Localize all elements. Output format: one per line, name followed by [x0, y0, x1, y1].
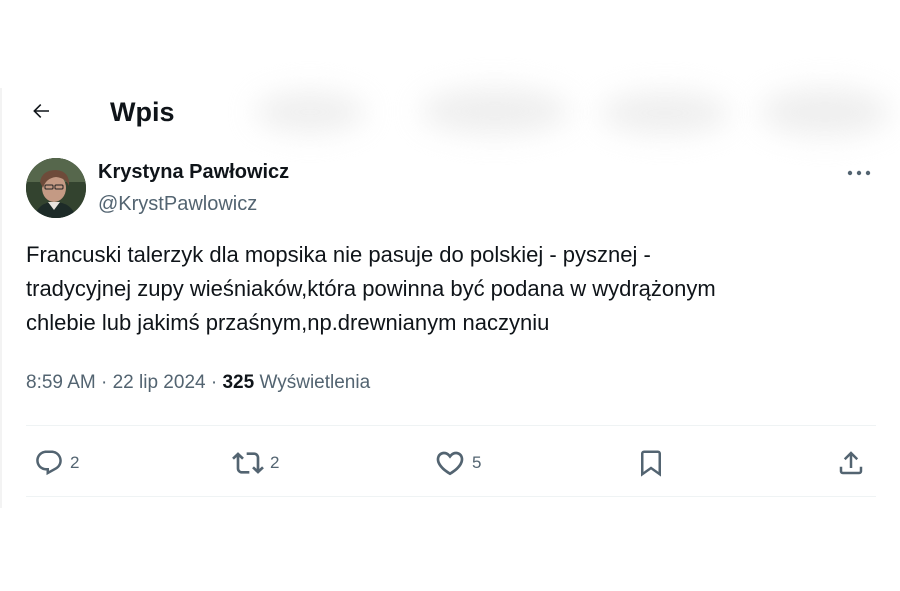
page-title: Wpis — [110, 97, 175, 127]
page-header: Wpis — [0, 88, 900, 142]
like-button[interactable]: 5 — [434, 444, 481, 482]
tweet-author: Krystyna Pawłowicz @KrystPawlowicz — [24, 157, 876, 219]
more-options-button[interactable] — [844, 161, 874, 185]
tweet-meta: 8:59 AM · 22 lip 2024 · 325 Wyświetlenia — [26, 372, 370, 394]
tweet-date[interactable]: 22 lip 2024 — [113, 372, 206, 393]
views-label: Wyświetlenia — [259, 372, 371, 393]
avatar-image — [26, 158, 86, 218]
divider — [26, 496, 876, 497]
action-bar: 2 2 5 — [26, 444, 876, 482]
reply-button[interactable]: 2 — [34, 444, 79, 482]
tweet-text-line: chlebie lub jakimś przaśnym,np.drewniany… — [26, 310, 550, 335]
share-icon — [839, 451, 863, 475]
meta-separator: · — [210, 372, 218, 393]
heart-icon — [436, 451, 464, 476]
back-button[interactable] — [24, 94, 58, 128]
tweet-text-line: Francuski talerzyk dla mopsika nie pasuj… — [26, 242, 651, 267]
share-button[interactable] — [836, 444, 866, 482]
views-count: 325 — [222, 372, 255, 393]
retweet-icon — [232, 452, 264, 474]
reply-count: 2 — [70, 453, 80, 472]
tweet-page: Wpis Krystyna Pawłowicz @KrystPawlowicz — [0, 0, 900, 591]
retweet-button[interactable]: 2 — [232, 444, 279, 482]
avatar[interactable] — [26, 158, 86, 218]
left-border — [0, 88, 2, 508]
author-name[interactable]: Krystyna Pawłowicz — [98, 161, 289, 184]
arrow-left-icon — [33, 104, 49, 118]
tweet-text-line: tradycyjnej zupy wieśniaków,która powinn… — [26, 276, 716, 301]
bookmark-button[interactable] — [636, 444, 666, 482]
reply-icon — [36, 450, 62, 476]
retweet-count: 2 — [270, 453, 280, 472]
author-handle[interactable]: @KrystPawlowicz — [98, 193, 257, 216]
tweet-time[interactable]: 8:59 AM — [26, 372, 96, 393]
tweet-text: Francuski talerzyk dla mopsika nie pasuj… — [26, 238, 876, 340]
like-count: 5 — [472, 453, 482, 472]
bookmark-icon — [641, 450, 661, 477]
divider — [26, 425, 876, 426]
meta-separator: · — [101, 372, 108, 393]
more-dots-icon — [847, 170, 871, 176]
